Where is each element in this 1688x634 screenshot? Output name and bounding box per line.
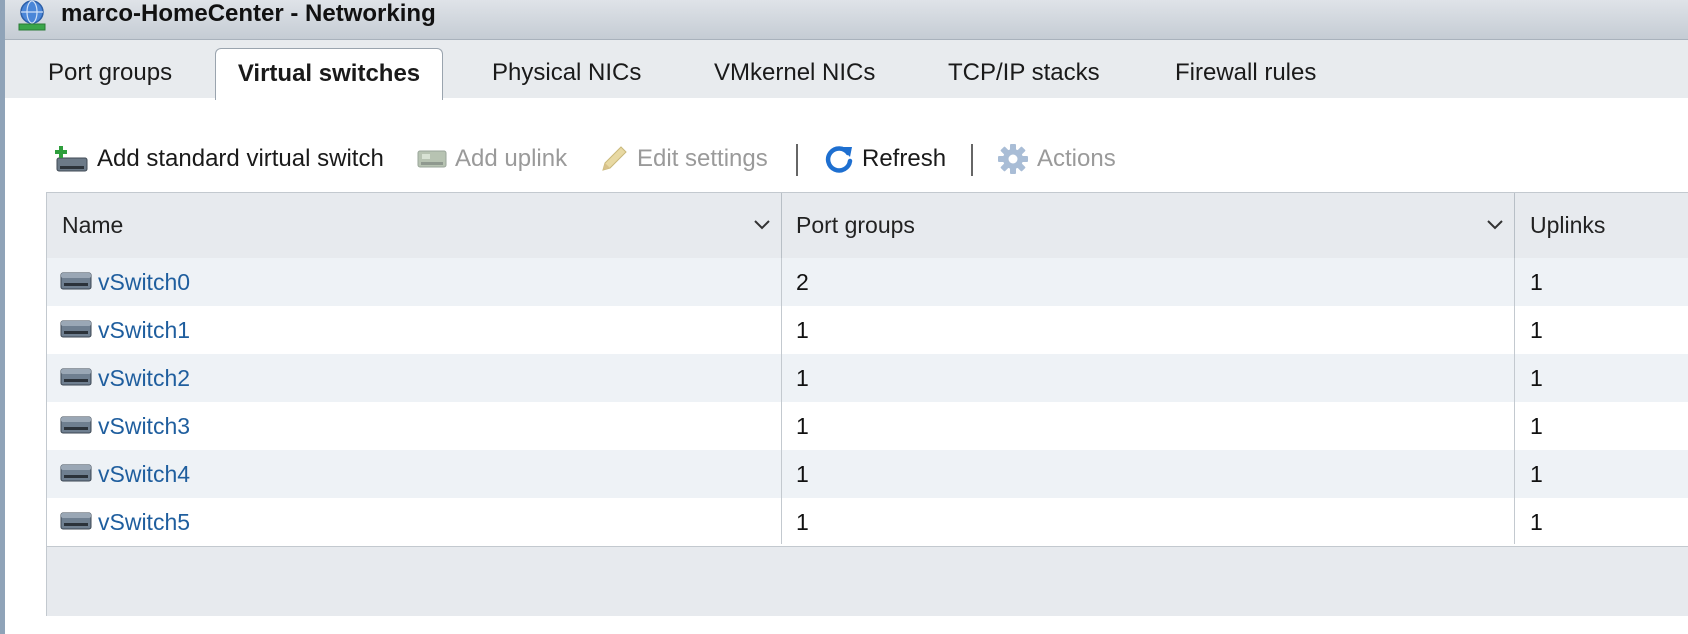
chevron-down-icon[interactable] <box>751 213 773 235</box>
table-footer <box>47 546 1688 616</box>
gear-icon <box>998 144 1028 174</box>
toolbar: Add standard virtual switch Add uplink E… <box>5 136 1688 182</box>
tab-bar: Port groups Virtual switches Physical NI… <box>5 40 1688 100</box>
port-groups-count: 1 <box>796 365 809 391</box>
switch-name-link[interactable]: vSwitch3 <box>98 402 190 450</box>
virtual-switch-icon <box>60 320 92 338</box>
tab-physical-nics[interactable]: Physical NICs <box>492 48 641 98</box>
add-switch-icon <box>55 146 88 172</box>
edit-settings-label: Edit settings <box>637 145 768 172</box>
add-standard-virtual-switch-button[interactable]: Add standard virtual switch <box>55 136 384 182</box>
uplinks-count: 1 <box>1530 509 1543 535</box>
tab-virtual-switches[interactable]: Virtual switches <box>215 48 443 100</box>
tab-tcpip-stacks[interactable]: TCP/IP stacks <box>948 48 1100 98</box>
tab-firewall-rules[interactable]: Firewall rules <box>1175 48 1316 98</box>
column-header-name[interactable]: Name <box>62 193 123 258</box>
uplinks-count: 1 <box>1530 413 1543 439</box>
switch-name-link[interactable]: vSwitch1 <box>98 306 190 354</box>
column-header-uplinks[interactable]: Uplinks <box>1530 193 1605 258</box>
table-row[interactable]: vSwitch5 1 1 <box>47 498 1688 546</box>
switch-name-link[interactable]: vSwitch5 <box>98 498 190 546</box>
switch-name-link[interactable]: vSwitch4 <box>98 450 190 498</box>
virtual-switch-icon <box>60 368 92 386</box>
edit-settings-button[interactable]: Edit settings <box>599 136 768 182</box>
table-header: Name Port groups Uplinks <box>47 193 1688 259</box>
actions-label: Actions <box>1037 145 1116 172</box>
virtual-switch-icon <box>60 416 92 434</box>
virtual-switch-icon <box>60 272 92 290</box>
virtual-switch-icon <box>60 512 92 530</box>
toolbar-divider <box>971 144 973 176</box>
table-row[interactable]: vSwitch2 1 1 <box>47 354 1688 402</box>
column-divider[interactable] <box>781 193 782 258</box>
uplinks-count: 1 <box>1530 365 1543 391</box>
uplinks-count: 1 <box>1530 461 1543 487</box>
table-row[interactable]: vSwitch3 1 1 <box>47 402 1688 450</box>
column-divider[interactable] <box>1514 193 1515 258</box>
virtual-switches-table: Name Port groups Uplinks vSwitch0 2 1 vSwit… <box>46 192 1688 616</box>
title-bar: marco-HomeCenter - Networking <box>5 0 1688 40</box>
uplinks-count: 1 <box>1530 317 1543 343</box>
tab-vmkernel-nics[interactable]: VMkernel NICs <box>714 48 875 98</box>
refresh-button[interactable]: Refresh <box>824 136 946 182</box>
add-uplink-label: Add uplink <box>455 145 568 172</box>
column-divider <box>1514 258 1515 544</box>
window-title: marco-HomeCenter - Networking <box>61 0 436 27</box>
uplinks-count: 1 <box>1530 269 1543 295</box>
port-groups-count: 1 <box>796 509 809 535</box>
refresh-icon <box>825 146 853 173</box>
table-row[interactable]: vSwitch1 1 1 <box>47 306 1688 354</box>
actions-button[interactable]: Actions <box>997 136 1116 182</box>
column-divider <box>781 258 782 544</box>
pencil-icon <box>602 146 627 171</box>
add-uplink-button[interactable]: Add uplink <box>417 136 567 182</box>
table-row[interactable]: vSwitch4 1 1 <box>47 450 1688 498</box>
table-row[interactable]: vSwitch0 2 1 <box>47 258 1688 306</box>
column-header-port-groups[interactable]: Port groups <box>796 193 915 258</box>
port-groups-count: 1 <box>796 461 809 487</box>
tab-port-groups[interactable]: Port groups <box>48 48 172 98</box>
refresh-label: Refresh <box>862 145 947 172</box>
switch-name-link[interactable]: vSwitch0 <box>98 258 190 306</box>
port-groups-count: 1 <box>796 413 809 439</box>
toolbar-divider <box>796 144 798 176</box>
port-groups-count: 1 <box>796 317 809 343</box>
chevron-down-icon[interactable] <box>1484 213 1506 235</box>
add-uplink-icon <box>417 150 447 168</box>
virtual-switch-icon <box>60 464 92 482</box>
networking-globe-icon <box>15 0 51 32</box>
add-switch-label: Add standard virtual switch <box>97 145 384 172</box>
port-groups-count: 2 <box>796 269 809 295</box>
switch-name-link[interactable]: vSwitch2 <box>98 354 190 402</box>
